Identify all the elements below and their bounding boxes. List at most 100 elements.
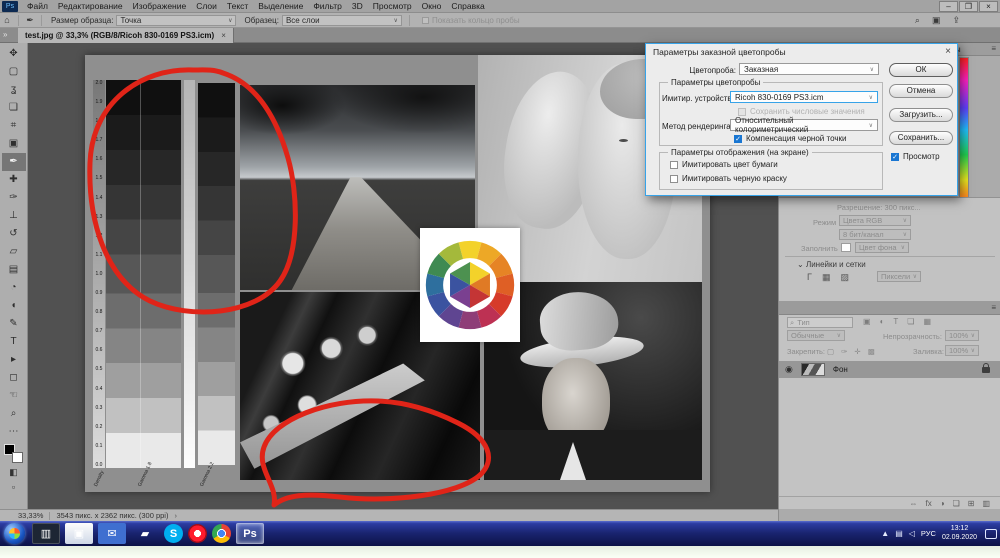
rulers-grids-header[interactable]: ⌄ Линейки и сетки	[797, 260, 866, 269]
toolbar-more-icon[interactable]: ⋯	[2, 423, 26, 441]
start-button[interactable]	[4, 523, 25, 544]
blur-tool[interactable]: ◔	[2, 279, 26, 297]
type-tool[interactable]: T	[2, 333, 26, 351]
preview-checkbox[interactable]: ✓Просмотр	[891, 152, 940, 161]
menu-item[interactable]: Просмотр	[368, 1, 417, 11]
minimize-button[interactable]: –	[939, 1, 958, 12]
cancel-button[interactable]: Отмена	[889, 84, 953, 98]
move-tool[interactable]: ✥	[2, 45, 26, 63]
menu-item[interactable]: Окно	[417, 1, 447, 11]
home-icon[interactable]: ⌂	[0, 15, 14, 25]
layer-style-icon[interactable]: fx	[925, 499, 931, 508]
color-spectrum-slider[interactable]	[959, 57, 969, 215]
lock-position-icon[interactable]: ✛	[854, 347, 860, 356]
spot-healing-tool[interactable]: ✚	[2, 171, 26, 189]
menu-item[interactable]: Редактирование	[53, 1, 128, 11]
document-tab[interactable]: test.jpg @ 33,3% (RGB/8/Ricoh 830-0169 P…	[18, 28, 234, 43]
eyedropper-tool[interactable]: ✒	[2, 153, 26, 171]
shape-tool[interactable]: ◻	[2, 369, 26, 387]
photo-viewer-icon[interactable]: ▣	[65, 523, 93, 544]
tab-list-icon[interactable]: »	[3, 30, 7, 39]
restore-button[interactable]: ❐	[959, 1, 978, 12]
simulate-ink-checkbox[interactable]: Имитировать черную краску	[670, 174, 787, 183]
filter-shape-icon[interactable]: ❏	[907, 317, 914, 326]
path-select-tool[interactable]: ▸	[2, 351, 26, 369]
rendering-select[interactable]: Относительный колориметрический∨	[730, 119, 878, 131]
lock-all-icon[interactable]: ▩	[868, 347, 875, 356]
sample-select[interactable]: Все слои∨	[282, 15, 402, 26]
grid-icon[interactable]: ▦	[822, 272, 831, 283]
device-select[interactable]: Ricoh 830-0169 PS3.icm∨	[730, 91, 878, 103]
layer-thumbnail[interactable]	[801, 363, 825, 376]
layer-filter-search[interactable]: ⌕ Тип	[787, 317, 853, 328]
network-icon[interactable]: ▤	[895, 529, 903, 538]
opera-icon[interactable]	[188, 524, 207, 543]
filter-type-icon[interactable]: T	[893, 317, 898, 326]
mail-app-icon[interactable]: ✉	[98, 523, 126, 544]
marquee-tool[interactable]: ▢	[2, 63, 26, 81]
volume-icon[interactable]: ◁	[909, 529, 915, 538]
history-brush-tool[interactable]: ↺	[2, 225, 26, 243]
guides-icon[interactable]: ▨	[840, 272, 849, 283]
lasso-tool[interactable]: ʓ	[2, 81, 26, 99]
black-point-checkbox[interactable]: ✓Компенсация черной точки	[734, 134, 846, 143]
app-window-icon[interactable]: ▥	[32, 523, 60, 544]
zoom-tool[interactable]: ⌕	[2, 405, 26, 423]
quick-mask-icon[interactable]: ◧	[2, 465, 26, 480]
hand-tool[interactable]: ☜	[2, 387, 26, 405]
explorer-icon[interactable]: ▰	[131, 523, 159, 544]
workspace-icon[interactable]: ▣	[932, 15, 941, 26]
layers-panel-menu-icon[interactable]: ≡	[991, 303, 996, 312]
zoom-level[interactable]: 33,33%	[18, 511, 43, 520]
simulate-paper-checkbox[interactable]: Имитировать цвет бумаги	[670, 160, 778, 169]
status-more-icon[interactable]: ›	[174, 511, 177, 520]
panel-menu-icon[interactable]: ≡	[991, 44, 996, 53]
skype-icon[interactable]: S	[164, 524, 183, 543]
ruler-corner-icon[interactable]: Γ	[807, 272, 812, 283]
pen-tool[interactable]: ✎	[2, 315, 26, 333]
tab-close-icon[interactable]: ×	[221, 31, 226, 40]
visibility-eye-icon[interactable]: ◉	[785, 364, 793, 375]
layer-mask-icon[interactable]: ❏	[953, 499, 960, 508]
eyedropper-preset-icon[interactable]: ✒	[23, 15, 37, 26]
sample-size-select[interactable]: Точка∨	[116, 15, 236, 26]
menu-item[interactable]: Слои	[191, 1, 222, 11]
menu-item[interactable]: Текст	[222, 1, 253, 11]
menu-item[interactable]: Выделение	[253, 1, 308, 11]
browser-icon[interactable]	[212, 524, 231, 543]
load-button[interactable]: Загрузить...	[889, 108, 953, 122]
lock-pixels-icon[interactable]: ✑	[841, 347, 847, 356]
crop-tool[interactable]: ⌗	[2, 117, 26, 135]
filter-pixel-icon[interactable]: ▣	[863, 317, 871, 326]
action-center-icon[interactable]	[985, 529, 997, 539]
object-selection-tool[interactable]: ❏	[2, 99, 26, 117]
language-indicator[interactable]: РУС	[921, 529, 936, 538]
share-icon[interactable]: ⇪	[952, 15, 960, 26]
menu-item[interactable]: Файл	[22, 1, 53, 11]
color-swatches[interactable]	[3, 443, 25, 465]
dialog-close-icon[interactable]: ×	[945, 46, 951, 57]
filter-smart-icon[interactable]: ▦	[923, 317, 931, 326]
frame-tool[interactable]: ▣	[2, 135, 26, 153]
ok-button[interactable]: ОК	[889, 63, 953, 77]
photoshop-icon[interactable]: Ps	[236, 523, 264, 544]
link-layers-icon[interactable]: ⇔	[909, 499, 917, 508]
adjustment-layer-icon[interactable]: ◑	[940, 499, 945, 508]
background-color-swatch[interactable]	[12, 452, 23, 463]
save-button[interactable]: Сохранить...	[889, 131, 953, 145]
lock-transparency-icon[interactable]: ▢	[827, 347, 834, 356]
menu-item[interactable]: Справка	[446, 1, 489, 11]
gradient-tool[interactable]: ▤	[2, 261, 26, 279]
dodge-tool[interactable]: ◖	[2, 297, 26, 315]
document-image[interactable]: 2.01.91.81.71.61.51.41.31.21.11.00.90.80…	[85, 55, 710, 492]
delete-layer-icon[interactable]: ▥	[982, 499, 990, 508]
menu-item[interactable]: Фильтр	[308, 1, 347, 11]
brush-tool[interactable]: ✑	[2, 189, 26, 207]
filter-adjustment-icon[interactable]: ◐	[880, 317, 885, 326]
menu-item[interactable]: Изображение	[128, 1, 192, 11]
new-layer-icon[interactable]: ⊞	[968, 499, 975, 508]
clone-stamp-tool[interactable]: ⊥	[2, 207, 26, 225]
hidden-icons-arrow[interactable]: ▲	[881, 529, 889, 538]
proof-select[interactable]: Заказная∨	[739, 63, 879, 75]
search-icon[interactable]: ⌕	[915, 15, 920, 26]
